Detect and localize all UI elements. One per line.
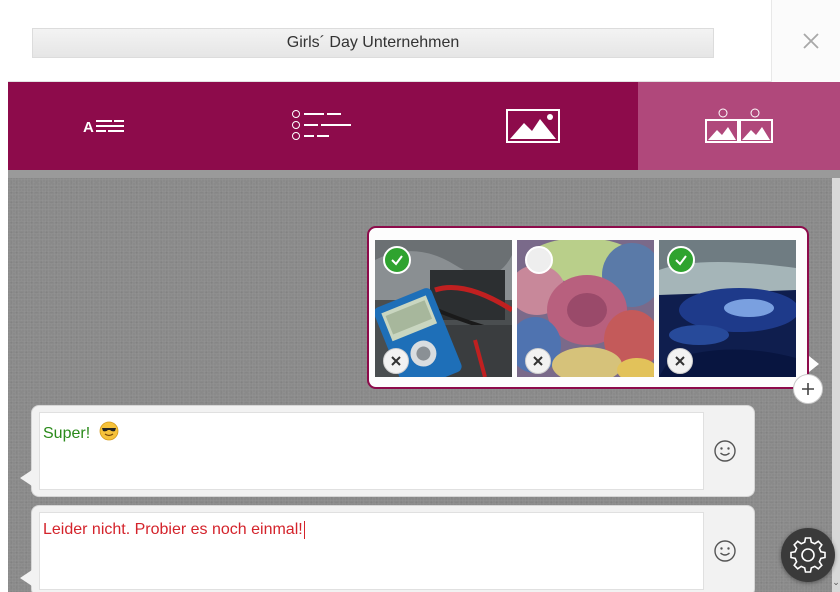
image-option-towels[interactable] [517,240,654,377]
correct-feedback-bubble: Super! [20,405,755,497]
correct-feedback-input[interactable]: Super! [39,412,704,490]
remove-image-icon[interactable] [525,348,551,374]
image-ab-icon [705,108,773,143]
question-type-tabs: A [8,82,840,170]
title-field[interactable]: Girls´ Day Unternehmen [32,28,714,58]
svg-text:A: A [83,119,94,136]
image-option-car-paint[interactable] [659,240,796,377]
remove-image-icon[interactable] [383,348,409,374]
incorrect-feedback-input[interactable]: Leider nicht. Probier es noch einmal! [39,512,704,590]
selected-check-icon[interactable] [667,246,695,274]
remove-image-icon[interactable] [667,348,693,374]
unselected-check-icon[interactable] [525,246,553,274]
image-option-multimeter[interactable] [375,240,512,377]
page-title: Girls´ Day Unternehmen [286,34,460,51]
selected-check-icon[interactable] [383,246,411,274]
close-icon[interactable] [799,29,823,53]
tab-multiple-choice[interactable] [218,82,428,170]
correct-feedback-text: Super! [43,425,91,442]
text-lines-icon: A [83,119,124,136]
sunglasses-emoji-icon [99,421,118,441]
settings-button[interactable] [781,528,835,582]
tab-image[interactable] [428,82,638,170]
tab-text-answer[interactable]: A [8,82,218,170]
add-image-button[interactable] [793,374,823,404]
smiley-icon[interactable] [712,538,738,564]
bubble-tail [809,356,819,372]
scrollbar[interactable] [832,178,840,592]
plus-icon [802,383,814,395]
bubble-tail [20,470,32,486]
incorrect-feedback-bubble: Leider nicht. Probier es noch einmal! [20,505,755,592]
image-choice-bubble [367,226,819,389]
tab-image-choice[interactable] [638,82,840,170]
header: Girls´ Day Unternehmen [8,0,840,82]
abc-list-icon [292,110,351,140]
scroll-down-icon[interactable]: ⌄ [832,572,840,592]
bubble-tail [20,570,32,586]
smiley-icon[interactable] [712,438,738,464]
tabbar-shadow [8,170,840,178]
gear-icon [790,537,826,573]
image-icon [506,109,560,143]
close-area [771,0,840,82]
incorrect-feedback-text: Leider nicht. Probier es noch einmal! [43,521,303,539]
text-cursor [303,521,305,539]
